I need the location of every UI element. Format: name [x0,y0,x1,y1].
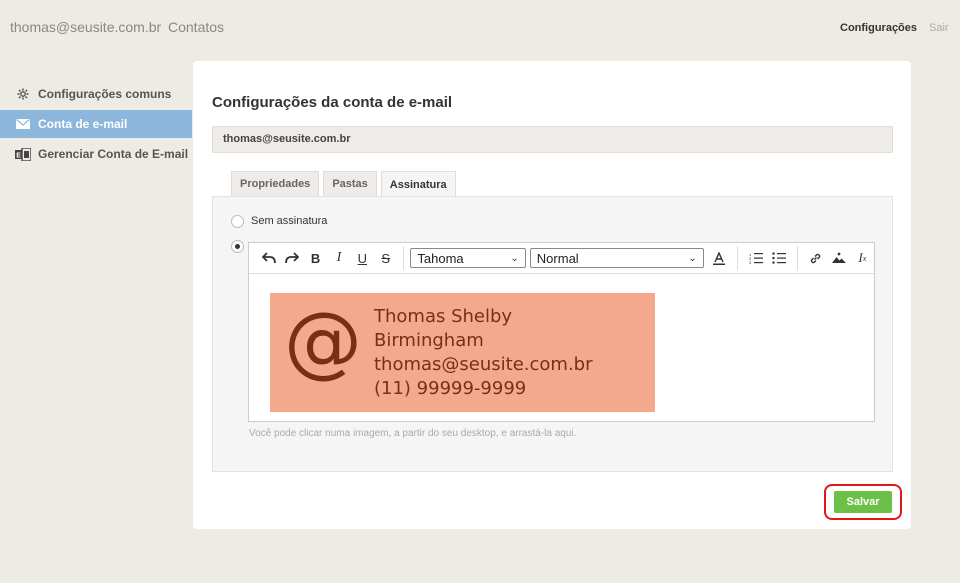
bulleted-list-icon[interactable] [767,247,790,269]
sidebar-item-email-account[interactable]: Conta de e-mail [0,110,192,138]
toolbar-divider [403,246,405,270]
top-bar: thomas@seusite.com.br Contatos Configura… [0,0,960,56]
user-email-link[interactable]: thomas@seusite.com.br [10,19,161,35]
italic-icon[interactable]: I [327,247,350,269]
toolbar-divider [796,246,798,270]
save-highlight: Salvar [824,484,902,520]
chevron-down-icon: ⌄ [688,252,697,264]
no-signature-radio[interactable] [231,215,244,228]
exchange-icon: E [14,147,32,161]
toolbar-divider [737,246,739,270]
sidebar-item-label: Configurações comuns [38,87,172,101]
link-icon[interactable] [804,247,827,269]
sidebar-item-label: Conta de e-mail [38,117,128,131]
settings-panel: Configurações da conta de e-mail thomas@… [193,61,911,529]
envelope-icon [14,117,32,131]
underline-icon[interactable]: U [351,247,374,269]
sidebar-item-common-settings[interactable]: Configurações comuns [0,80,192,108]
signature-city: Birmingham [374,330,484,351]
signature-name: Thomas Shelby [374,306,513,327]
contacts-link[interactable]: Contatos [168,19,224,35]
settings-link[interactable]: Configurações [840,22,917,34]
logout-link[interactable]: Sair [929,22,949,34]
format-value: Normal [536,250,579,266]
page-title: Configurações da conta de e-mail [212,94,453,111]
drag-drop-hint: Você pode clicar numa imagem, a partir d… [249,428,577,439]
gear-icon [14,87,32,101]
format-select[interactable]: Normal ⌄ [529,248,704,268]
no-signature-label: Sem assinatura [251,215,328,227]
signature-phone: (11) 99999-9999 [374,378,527,399]
custom-signature-radio[interactable] [231,240,244,253]
at-symbol-icon: @ [284,297,362,387]
strikethrough-icon[interactable]: S [374,247,397,269]
signature-text: Thomas Shelby Birmingham thomas@seusite.… [374,305,593,401]
sidebar-item-label: Gerenciar Conta de E-mail [38,147,189,161]
tab-folders[interactable]: Pastas [323,171,377,196]
bold-icon[interactable]: B [304,247,327,269]
chevron-down-icon: ⌄ [510,252,519,264]
account-display: thomas@seusite.com.br [212,126,893,153]
signature-editor: B I U S Tahoma ⌄ Normal ⌄ 123 I x @ Thom… [248,242,875,422]
font-family-value: Tahoma [417,250,464,266]
editor-toolbar: B I U S Tahoma ⌄ Normal ⌄ 123 I x [249,243,874,274]
signature-email: thomas@seusite.com.br [374,354,593,375]
sidebar: Configurações comuns Conta de e-mail E G… [0,80,192,170]
tab-bar: Propriedades Pastas Assinatura [231,171,460,197]
svg-text:3: 3 [749,260,752,264]
undo-icon[interactable] [257,247,280,269]
text-color-icon[interactable] [708,247,731,269]
clear-format-icon[interactable]: Ix [851,247,874,269]
signature-image: @ Thomas Shelby Birmingham thomas@seusit… [270,293,655,412]
signature-tab-panel: Sem assinatura B I U S Tahoma ⌄ Normal ⌄… [212,196,893,472]
font-family-select[interactable]: Tahoma ⌄ [410,248,526,268]
redo-icon[interactable] [280,247,303,269]
editor-content[interactable]: @ Thomas Shelby Birmingham thomas@seusit… [249,274,874,421]
tab-properties[interactable]: Propriedades [231,171,320,196]
tab-signature[interactable]: Assinatura [380,171,456,197]
numbered-list-icon[interactable]: 123 [744,247,767,269]
save-button[interactable]: Salvar [834,491,892,513]
image-icon[interactable] [827,247,850,269]
sidebar-item-manage-email-account[interactable]: E Gerenciar Conta de E-mail [0,140,192,168]
svg-text:E: E [16,152,21,159]
